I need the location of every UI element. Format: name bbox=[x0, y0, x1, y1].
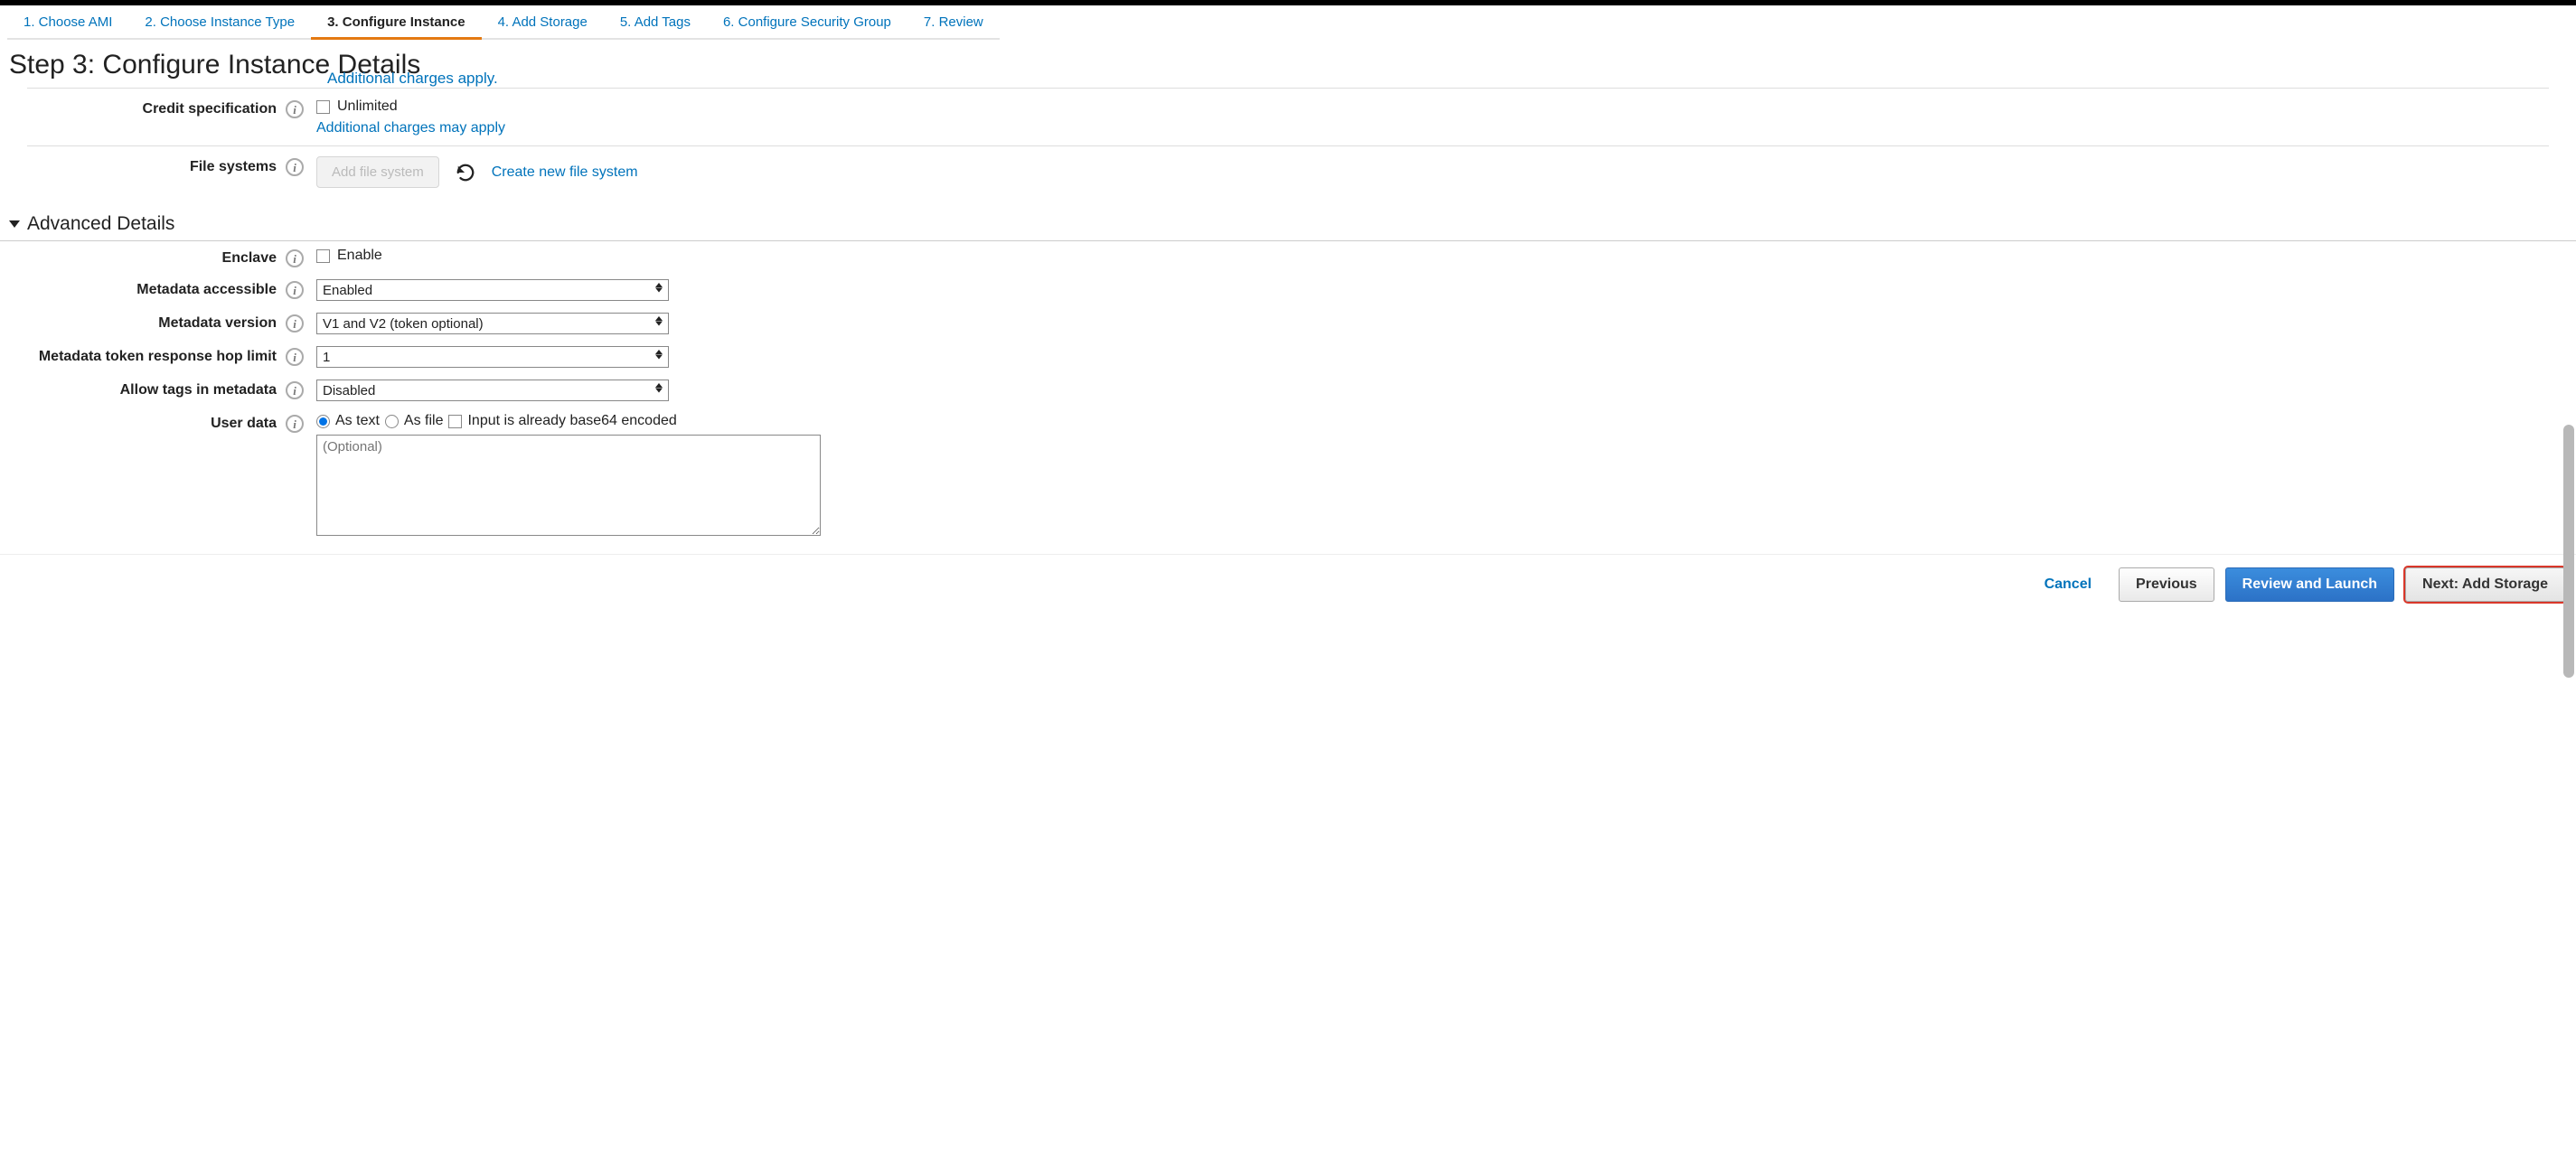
step-choose-ami[interactable]: 1. Choose AMI bbox=[7, 5, 128, 40]
cancel-button[interactable]: Cancel bbox=[2028, 567, 2108, 602]
step-review[interactable]: 7. Review bbox=[907, 5, 1000, 40]
previous-button[interactable]: Previous bbox=[2119, 567, 2214, 602]
step-configure-security-group[interactable]: 6. Configure Security Group bbox=[707, 5, 907, 40]
user-data-textarea[interactable] bbox=[316, 435, 821, 536]
row-allow-tags-metadata: Allow tags in metadata i Disabled bbox=[27, 373, 2549, 407]
scrollbar-track[interactable] bbox=[2563, 81, 2574, 1144]
info-icon[interactable]: i bbox=[286, 415, 304, 433]
create-file-system-link[interactable]: Create new file system bbox=[492, 164, 638, 181]
step-add-tags[interactable]: 5. Add Tags bbox=[604, 5, 707, 40]
label-metadata-version: Metadata version bbox=[158, 315, 277, 332]
user-data-base64-label: Input is already base64 encoded bbox=[467, 413, 676, 429]
next-add-storage-button[interactable]: Next: Add Storage bbox=[2405, 567, 2565, 602]
row-metadata-hop-limit: Metadata token response hop limit i 1 bbox=[27, 340, 2549, 373]
info-icon[interactable]: i bbox=[286, 348, 304, 366]
step-add-storage[interactable]: 4. Add Storage bbox=[482, 5, 604, 40]
row-metadata-version: Metadata version i V1 and V2 (token opti… bbox=[27, 306, 2549, 340]
advanced-details-toggle[interactable]: Advanced Details bbox=[0, 197, 2576, 241]
metadata-version-value: V1 and V2 (token optional) bbox=[323, 316, 484, 332]
info-icon[interactable]: i bbox=[286, 381, 304, 399]
label-file-systems: File systems bbox=[190, 159, 277, 175]
info-icon[interactable]: i bbox=[286, 314, 304, 333]
advanced-details-label: Advanced Details bbox=[27, 213, 174, 235]
metadata-accessible-select[interactable]: Enabled bbox=[316, 279, 669, 301]
metadata-version-select[interactable]: V1 and V2 (token optional) bbox=[316, 313, 669, 334]
user-data-as-text-label: As text bbox=[335, 413, 380, 429]
credit-unlimited-checkbox[interactable] bbox=[316, 100, 330, 114]
metadata-hop-limit-value: 1 bbox=[323, 350, 330, 365]
footer-actions: Cancel Previous Review and Launch Next: … bbox=[0, 554, 2576, 602]
row-enclave: Enclave i Enable bbox=[27, 241, 2549, 273]
scrollbar-thumb[interactable] bbox=[2563, 425, 2574, 678]
refresh-icon[interactable] bbox=[456, 163, 475, 183]
label-metadata-hop-limit: Metadata token response hop limit bbox=[39, 349, 277, 365]
info-icon[interactable]: i bbox=[286, 158, 304, 176]
info-icon[interactable]: i bbox=[286, 249, 304, 267]
wizard-steps: 1. Choose AMI 2. Choose Instance Type 3.… bbox=[0, 5, 2576, 41]
add-file-system-button: Add file system bbox=[316, 156, 439, 188]
user-data-as-text-radio[interactable] bbox=[316, 415, 330, 428]
label-user-data: User data bbox=[211, 416, 277, 432]
row-user-data: User data i As text As file Input is alr… bbox=[27, 407, 2549, 541]
truncated-additional-charges-link[interactable]: Additional charges apply. bbox=[0, 70, 2576, 88]
row-metadata-accessible: Metadata accessible i Enabled bbox=[27, 273, 2549, 306]
label-enclave: Enclave bbox=[222, 250, 277, 267]
row-credit-specification: Credit specification i Unlimited Additio… bbox=[27, 89, 2549, 145]
row-file-systems: File systems i Add file system Create ne… bbox=[27, 146, 2549, 197]
enclave-enable-checkbox[interactable] bbox=[316, 249, 330, 263]
enclave-enable-label: Enable bbox=[337, 248, 382, 264]
info-icon[interactable]: i bbox=[286, 100, 304, 118]
caret-down-icon bbox=[9, 220, 20, 228]
label-metadata-accessible: Metadata accessible bbox=[136, 282, 277, 298]
info-icon[interactable]: i bbox=[286, 281, 304, 299]
step-configure-instance[interactable]: 3. Configure Instance bbox=[311, 5, 482, 40]
user-data-base64-checkbox[interactable] bbox=[448, 415, 462, 428]
metadata-hop-limit-select[interactable]: 1 bbox=[316, 346, 669, 368]
metadata-accessible-value: Enabled bbox=[323, 283, 372, 298]
label-credit-specification: Credit specification bbox=[143, 101, 277, 117]
review-and-launch-button[interactable]: Review and Launch bbox=[2225, 567, 2394, 602]
credit-charges-link[interactable]: Additional charges may apply bbox=[316, 120, 2549, 136]
label-allow-tags-metadata: Allow tags in metadata bbox=[120, 382, 277, 398]
user-data-as-file-radio[interactable] bbox=[385, 415, 399, 428]
credit-unlimited-label: Unlimited bbox=[337, 98, 398, 115]
allow-tags-metadata-value: Disabled bbox=[323, 383, 375, 398]
step-choose-instance-type[interactable]: 2. Choose Instance Type bbox=[128, 5, 311, 40]
user-data-as-file-label: As file bbox=[404, 413, 444, 429]
allow-tags-metadata-select[interactable]: Disabled bbox=[316, 380, 669, 401]
